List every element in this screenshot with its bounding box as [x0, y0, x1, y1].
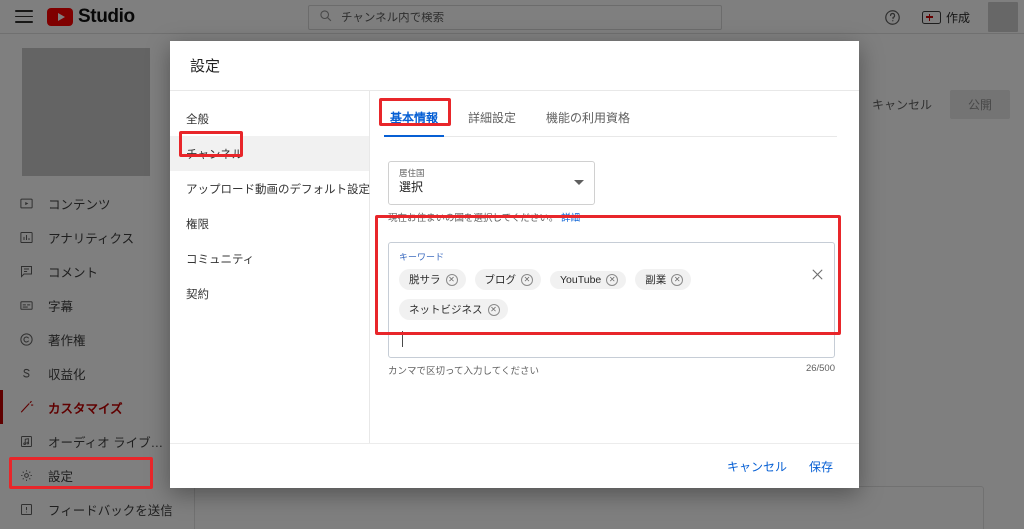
dialog-nav-permissions[interactable]: 権限 [170, 206, 369, 241]
clear-all-icon[interactable] [810, 267, 825, 282]
keyword-chip-label: 脱サラ [409, 274, 441, 286]
country-helper-text: 現在お住まいの国を選択してください。 [388, 213, 559, 224]
keyword-chip-label: ブログ [484, 274, 517, 286]
keyword-chip: 脱サラ ✕ [399, 269, 466, 290]
dialog-nav-upload-defaults[interactable]: アップロード動画のデフォルト設定 [170, 171, 370, 206]
dialog-nav-channel[interactable]: チャンネル [170, 136, 369, 171]
app-root: Studio [0, 0, 1024, 529]
country-select-value: 選択 [399, 180, 424, 194]
tab-label: 詳細設定 [468, 111, 517, 125]
keyword-counter: 26/500 [805, 363, 835, 374]
dialog-nav-label: チャンネル [186, 148, 244, 161]
tab-advanced-settings[interactable]: 詳細設定 [466, 105, 518, 136]
dialog-nav-label: コミュニティ [186, 253, 255, 266]
keyword-chip: ネットビジネス ✕ [399, 299, 508, 320]
dialog-nav-label: 権限 [186, 218, 209, 231]
dialog-nav-general[interactable]: 全般 [170, 101, 369, 136]
dialog-main-panel: 基本情報 詳細設定 機能の利用資格 居住国 選択 現在お住まいの国を選択してくだ… [370, 91, 859, 443]
dialog-cancel-button[interactable]: キャンセル [727, 458, 787, 475]
dialog-footer: キャンセル 保存 [170, 443, 859, 488]
country-helper-link[interactable]: 詳細 [561, 213, 580, 224]
chip-remove-icon[interactable]: ✕ [445, 273, 458, 286]
dialog-nav-label: 全般 [186, 113, 209, 126]
chip-remove-icon[interactable]: ✕ [606, 273, 619, 286]
keyword-chip: 副業 ✕ [635, 269, 692, 290]
dialog-nav-community[interactable]: コミュニティ [170, 241, 369, 276]
keyword-helper-text: カンマで区切って入力してください [388, 366, 539, 377]
keyword-chip: ブログ ✕ [474, 269, 541, 290]
keyword-footer: カンマで区切って入力してください 26/500 [388, 363, 835, 377]
dialog-nav-label: 契約 [186, 288, 209, 301]
tab-basic-info[interactable]: 基本情報 [383, 105, 445, 137]
dialog-nav-label: アップロード動画のデフォルト設定 [186, 183, 370, 196]
tab-label: 基本情報 [390, 111, 439, 125]
settings-dialog: 設定 全般 チャンネル アップロード動画のデフォルト設定 権限 コミュニティ 契… [170, 41, 859, 488]
country-helper-row: 現在お住まいの国を選択してください。 詳細 [388, 210, 837, 224]
keyword-text-cursor [402, 331, 403, 347]
country-select-label: 居住国 [399, 168, 425, 178]
tab-label: 機能の利用資格 [546, 111, 631, 125]
keyword-chip-label: 副業 [645, 274, 667, 286]
dialog-nav-list: 全般 チャンネル アップロード動画のデフォルト設定 権限 コミュニティ 契約 [170, 91, 370, 443]
chevron-down-icon [574, 180, 584, 185]
keyword-field-label: キーワード [399, 252, 445, 262]
tab-feature-eligibility[interactable]: 機能の利用資格 [544, 105, 632, 136]
dialog-nav-agreements[interactable]: 契約 [170, 276, 369, 311]
keyword-chip-label: ネットビジネス [409, 304, 483, 316]
dialog-body: 全般 チャンネル アップロード動画のデフォルト設定 権限 コミュニティ 契約 基… [170, 91, 859, 443]
keyword-field[interactable]: キーワード 脱サラ ✕ ブログ ✕ YouTube ✕ 副業 ✕ ネットビジネス… [388, 242, 835, 358]
dialog-save-button[interactable]: 保存 [809, 458, 833, 475]
chip-remove-icon[interactable]: ✕ [671, 273, 684, 286]
keyword-chip-list: 脱サラ ✕ ブログ ✕ YouTube ✕ 副業 ✕ ネットビジネス ✕ [399, 269, 824, 320]
keyword-chip-label: YouTube [560, 273, 602, 286]
keyword-chip: YouTube ✕ [550, 270, 627, 289]
country-select[interactable]: 居住国 選択 [388, 161, 595, 205]
dialog-title: 設定 [170, 41, 859, 91]
chip-remove-icon[interactable]: ✕ [487, 303, 500, 316]
chip-remove-icon[interactable]: ✕ [521, 273, 533, 286]
dialog-tabs: 基本情報 詳細設定 機能の利用資格 [383, 105, 837, 137]
